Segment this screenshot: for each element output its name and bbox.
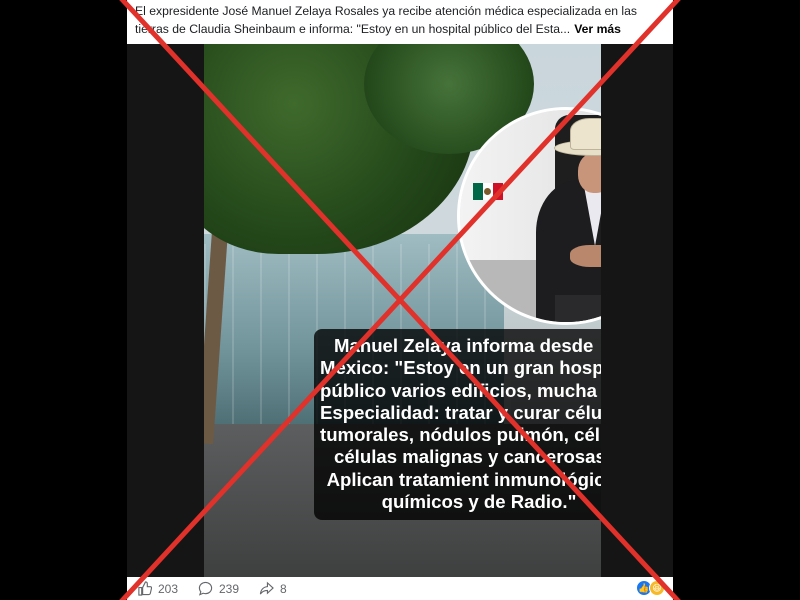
man-pants xyxy=(555,295,601,322)
overlay-line: químicos y de Radio." xyxy=(381,491,577,513)
overlay-line: células malignas y cancerosas. xyxy=(334,446,601,468)
caption-text: El expresidente José Manuel Zelaya Rosal… xyxy=(135,4,638,36)
like-button[interactable]: 203 xyxy=(137,581,178,596)
overlay-line: público varios edificios, mucha fama. xyxy=(320,379,601,401)
overlay-line: México: "Estoy en un gran hospital xyxy=(320,357,601,379)
post-image[interactable]: Manuel Zelaya informa desde México: "Est… xyxy=(127,44,673,577)
comment-icon xyxy=(198,581,213,596)
man-hands xyxy=(570,245,601,267)
comment-count: 239 xyxy=(219,581,240,596)
man-face xyxy=(578,153,601,193)
overlay-line: tumorales, nódulos pulmón, células xyxy=(320,424,601,446)
share-count: 8 xyxy=(280,581,287,596)
mexico-flag-icon xyxy=(473,183,503,200)
overlay-line: Especialidad: tratar y curar células xyxy=(320,401,601,423)
facebook-post: El expresidente José Manuel Zelaya Rosal… xyxy=(127,0,673,600)
flag-emblem xyxy=(484,188,491,195)
thumbs-up-icon xyxy=(138,581,152,596)
hospital-photo: Manuel Zelaya informa desde México: "Est… xyxy=(204,44,601,577)
reaction-summary[interactable]: 👍 😆 xyxy=(636,580,665,596)
haha-reaction-icon: 😆 xyxy=(649,580,665,596)
post-caption: El expresidente José Manuel Zelaya Rosal… xyxy=(135,2,669,38)
see-more-link[interactable]: Ver más xyxy=(574,22,621,36)
share-button[interactable]: 8 xyxy=(259,581,287,596)
share-icon xyxy=(259,581,274,595)
zelaya-portrait-inset xyxy=(457,107,601,325)
post-actions-bar: 203 239 8 👍 😆 xyxy=(127,577,673,600)
cowboy-hat-icon xyxy=(570,118,601,150)
comment-button[interactable]: 239 xyxy=(198,581,239,596)
like-count: 203 xyxy=(158,581,179,596)
image-text-overlay: Manuel Zelaya informa desde México: "Est… xyxy=(314,329,601,520)
overlay-line: Manuel Zelaya informa desde xyxy=(334,335,594,356)
overlay-line: Aplican tratamient inmunológicos, xyxy=(326,468,601,490)
